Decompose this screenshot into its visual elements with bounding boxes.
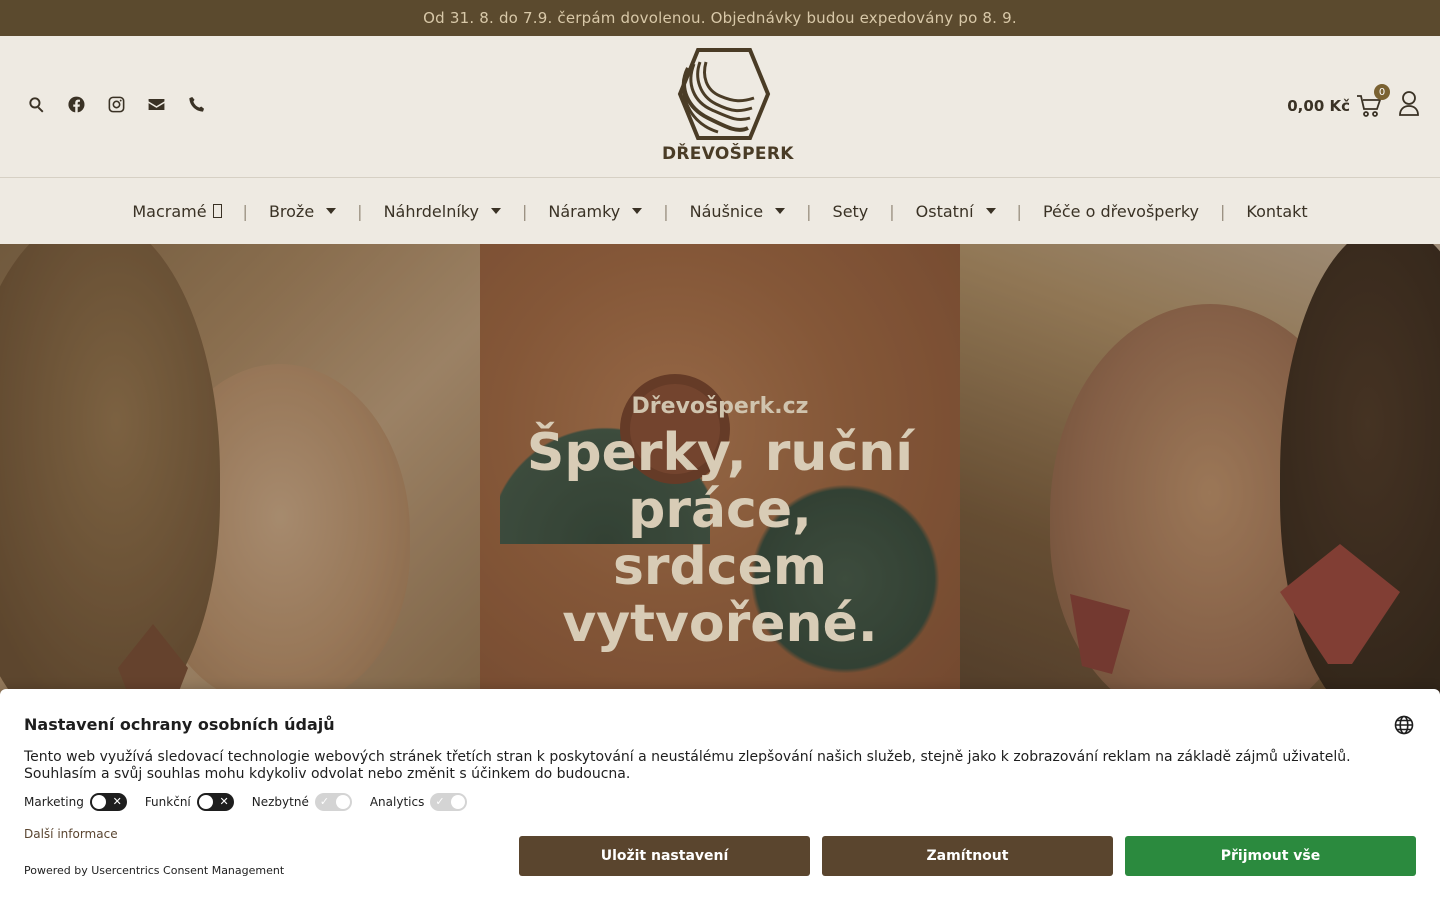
toggle-label: Nezbytné [251, 795, 309, 809]
nav-item-macrame[interactable]: Macramé [111, 202, 242, 221]
caret-down-icon [326, 208, 337, 214]
consent-description: Tento web využívá sledovací technologie … [24, 749, 1351, 782]
hero-subtitle: Dřevošperk.cz [631, 394, 809, 419]
deny-button[interactable]: Zamítnout [822, 836, 1113, 876]
nav-item-ostatni[interactable]: Ostatní [895, 202, 1017, 221]
hero-banner: Dřevošperk.cz Šperky, ruční práce, srdce… [0, 244, 1440, 700]
cart-icon[interactable]: 0 [1356, 84, 1390, 118]
hero-title-line: Šperky, ruční [526, 423, 914, 483]
facebook-icon[interactable] [66, 94, 86, 114]
powered-by-text: Powered by Usercentrics Consent Manageme… [24, 864, 285, 877]
nav-item-pece[interactable]: Péče o dřevošperky [1022, 202, 1220, 221]
essential-switch: ✓ [314, 793, 352, 811]
toggle-label: Marketing [24, 795, 84, 809]
logo-wordmark: DŘEVOŠPERK [662, 144, 794, 164]
envelope-icon[interactable] [146, 94, 166, 114]
caret-down-icon [985, 208, 996, 214]
caret-down-icon [490, 208, 501, 214]
toggle-label: Analytics [369, 795, 425, 809]
nav-item-kontakt[interactable]: Kontakt [1225, 202, 1328, 221]
logo-hexagon-icon [677, 48, 771, 140]
user-account-icon[interactable] [1398, 90, 1420, 116]
hero-title: Šperky, ruční práce, srdcem vytvořené. [480, 425, 960, 653]
consent-title: Nastavení ochrany osobních údajů [24, 715, 335, 734]
toggle-nezbytne: Nezbytné ✓ [252, 793, 352, 811]
missing-glyph-icon [212, 204, 222, 218]
nav-label: Náušnice [689, 201, 764, 221]
nav-item-nahrdelniky[interactable]: Náhrdelníky [363, 202, 522, 221]
hero-title-line: práce, [628, 480, 812, 540]
hero-title-line: srdcem [612, 537, 828, 597]
nav-item-sety[interactable]: Sety [812, 202, 890, 221]
analytics-switch: ✓ [430, 793, 468, 811]
nav-item-nausnice[interactable]: Náušnice [669, 202, 806, 221]
nav-item-broze[interactable]: Brože [248, 202, 357, 221]
nav-item-naramky[interactable]: Náramky [527, 202, 663, 221]
nav-label: Sety [832, 201, 869, 221]
more-info-link[interactable]: Další informace [24, 827, 118, 841]
hero-title-line: vytvořené. [562, 594, 878, 654]
site-logo[interactable]: DŘEVOŠPERK [662, 48, 794, 168]
instagram-icon[interactable] [106, 94, 126, 114]
nav-label: Macramé [132, 201, 207, 221]
nav-label: Péče o dřevošperky [1042, 201, 1200, 221]
toggle-funkcni: Funkční ✕ [145, 793, 234, 811]
announcement-text: Od 31. 8. do 7.9. čerpám dovolenou. Obje… [423, 9, 1017, 27]
cookie-consent-banner: Nastavení ochrany osobních údajů Tento w… [0, 689, 1440, 900]
caret-down-icon [775, 208, 786, 214]
nav-label: Kontakt [1246, 201, 1308, 221]
cart-widget[interactable]: 0,00 Kč 0 [1287, 84, 1390, 118]
marketing-switch[interactable]: ✕ [89, 793, 127, 811]
accept-all-button[interactable]: Přijmout vše [1125, 836, 1416, 876]
phone-icon[interactable] [186, 94, 206, 114]
save-settings-button[interactable]: Uložit nastavení [519, 836, 810, 876]
hero-text: Dřevošperk.cz Šperky, ruční práce, srdce… [480, 394, 960, 653]
cart-total: 0,00 Kč [1287, 97, 1350, 115]
nav-label: Náhrdelníky [383, 201, 479, 221]
toggle-label: Funkční [144, 795, 191, 809]
announcement-bar: Od 31. 8. do 7.9. čerpám dovolenou. Obje… [0, 0, 1440, 36]
language-globe-icon[interactable] [1394, 715, 1414, 735]
header-social-icons [26, 94, 206, 114]
main-navigation: Macramé | Brože | Náhrdelníky | Náramky … [0, 178, 1440, 244]
nav-label: Brože [268, 201, 315, 221]
search-icon[interactable] [26, 94, 46, 114]
functional-switch[interactable]: ✕ [196, 793, 234, 811]
nav-label: Náramky [548, 201, 621, 221]
toggle-analytics: Analytics ✓ [370, 793, 468, 811]
toggle-marketing: Marketing ✕ [24, 793, 127, 811]
nav-label: Ostatní [915, 201, 974, 221]
cart-count-badge: 0 [1374, 84, 1390, 100]
caret-down-icon [632, 208, 643, 214]
site-header: DŘEVOŠPERK 0,00 Kč 0 [0, 36, 1440, 178]
consent-toggles: Marketing ✕ Funkční ✕ Nezbytné ✓ Analyti… [24, 793, 468, 811]
